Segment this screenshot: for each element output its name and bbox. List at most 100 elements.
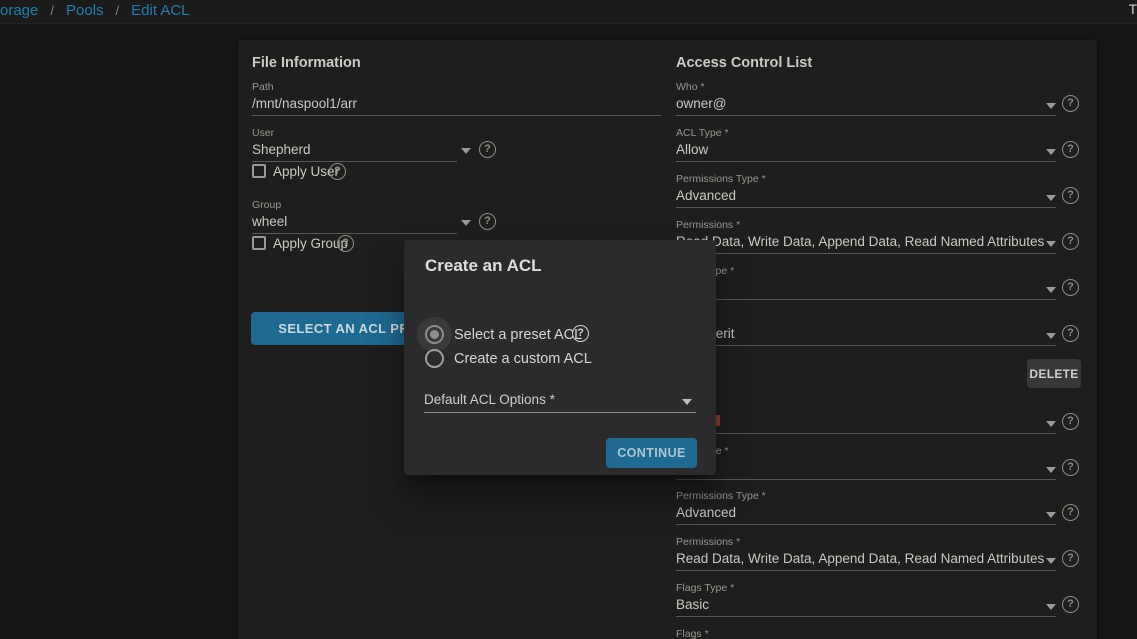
path-field: Path /mnt/naspool1/arr (252, 81, 672, 121)
user-value[interactable]: Shepherd (252, 142, 311, 157)
field-underline (676, 479, 1056, 480)
group-field: Group wheel ? (252, 199, 672, 239)
chevron-down-icon[interactable] (1046, 421, 1056, 427)
chevron-down-icon[interactable] (1046, 149, 1056, 155)
chevron-down-icon[interactable] (1046, 512, 1056, 518)
custom-acl-option-label: Create a custom ACL (454, 351, 592, 367)
help-icon[interactable]: ? (1062, 596, 1079, 613)
acl-field-permissions-2: Permissions * Read Data, Write Data, App… (676, 536, 1096, 576)
chevron-down-icon[interactable] (1046, 241, 1056, 247)
help-icon[interactable]: ? (1062, 279, 1079, 296)
chevron-down-icon[interactable] (1046, 558, 1056, 564)
chevron-down-icon (682, 399, 692, 405)
chevron-down-icon[interactable] (461, 220, 471, 226)
radio-dot (430, 330, 439, 339)
acl-field-flags-2: Flags * (676, 628, 1096, 639)
chevron-down-icon[interactable] (461, 148, 471, 154)
group-value[interactable]: wheel (252, 214, 287, 229)
breadcrumb-edit-acl[interactable]: Edit ACL (131, 2, 189, 19)
chevron-down-icon[interactable] (1046, 287, 1056, 293)
chevron-down-icon[interactable] (1046, 604, 1056, 610)
group-label: Group (252, 199, 281, 211)
delete-acl-entry-button[interactable]: DELETE (1027, 359, 1081, 388)
acl-field-permissions-type-2: Permissions Type * Advanced ? (676, 490, 1096, 530)
select-underline (424, 412, 696, 413)
file-information-title: File Information (252, 55, 361, 71)
field-underline (676, 524, 1056, 525)
help-icon[interactable]: ? (337, 235, 354, 252)
breadcrumb-pools[interactable]: Pools (66, 2, 104, 19)
select-preset-acl-radio[interactable] (425, 325, 444, 344)
acl-field-permissions-type-1: Permissions Type * Advanced ? (676, 173, 1096, 213)
edit-acl-page: orage / Pools / Edit ACL Tr File Information… (0, 0, 1137, 639)
field-label: Permissions * (676, 536, 740, 548)
field-underline (676, 616, 1056, 617)
apply-group-checkbox[interactable] (252, 236, 266, 250)
user-label: User (252, 127, 274, 139)
acl-field-who-1: Who * owner@ ? (676, 81, 1096, 121)
breadcrumb-separator: / (116, 3, 120, 18)
chevron-down-icon[interactable] (1046, 467, 1056, 473)
acl-field-flags-type-2: Flags Type * Basic ? (676, 582, 1096, 622)
breadcrumb-separator: / (50, 3, 54, 18)
acl-field-who-2: Who * ? (676, 399, 1096, 439)
field-underline (252, 233, 457, 234)
help-icon[interactable]: ? (1062, 187, 1079, 204)
help-icon[interactable]: ? (479, 213, 496, 230)
create-custom-acl-radio[interactable] (425, 349, 444, 368)
topbar-right-text: Tr (1129, 2, 1137, 17)
default-acl-options-select[interactable]: Default ACL Options * (424, 392, 700, 416)
chevron-down-icon[interactable] (1046, 103, 1056, 109)
help-icon[interactable]: ? (1062, 233, 1079, 250)
field-value[interactable]: Basic (676, 597, 709, 612)
help-icon[interactable]: ? (479, 141, 496, 158)
field-label: Flags * (676, 628, 709, 639)
field-value[interactable]: Advanced (676, 188, 736, 203)
field-value[interactable]: Read Data, Write Data, Append Data, Read… (676, 551, 1044, 566)
field-value[interactable]: Allow (676, 142, 708, 157)
field-label: Permissions * (676, 219, 740, 231)
help-icon[interactable]: ? (1062, 413, 1079, 430)
field-underline (676, 433, 1056, 434)
help-icon[interactable]: ? (1062, 550, 1079, 567)
field-underline (676, 253, 1056, 254)
default-acl-options-label: Default ACL Options * (424, 392, 555, 407)
chevron-down-icon[interactable] (1046, 333, 1056, 339)
field-value[interactable]: owner@ (676, 96, 726, 111)
help-icon[interactable]: ? (1062, 141, 1079, 158)
help-icon[interactable]: ? (572, 325, 589, 342)
continue-button[interactable]: CONTINUE (606, 438, 697, 468)
help-icon[interactable]: ? (1062, 95, 1079, 112)
dialog-title: Create an ACL (425, 256, 542, 276)
field-label: ACL Type * (676, 127, 729, 139)
apply-user-checkbox[interactable] (252, 164, 266, 178)
field-label: Flags Type * (676, 582, 734, 594)
field-value[interactable]: Read Data, Write Data, Append Data, Read… (676, 234, 1044, 249)
acl-field-acl-type-2: ACL Type * ? (676, 445, 1096, 485)
breadcrumb-storage[interactable]: orage (0, 2, 38, 19)
field-underline (252, 115, 661, 116)
field-underline (676, 299, 1056, 300)
field-underline (676, 570, 1056, 571)
field-label: Permissions Type * (676, 173, 766, 185)
path-label: Path (252, 81, 274, 93)
access-control-list-title: Access Control List (676, 55, 812, 71)
acl-field-permissions-1: Permissions * Read Data, Write Data, App… (676, 219, 1096, 259)
field-value[interactable]: Advanced (676, 505, 736, 520)
field-underline (676, 115, 1056, 116)
user-field: User Shepherd ? (252, 127, 672, 167)
field-underline (676, 161, 1056, 162)
field-underline (676, 345, 1056, 346)
hidden-value-fragment (716, 415, 720, 426)
path-value[interactable]: /mnt/naspool1/arr (252, 96, 357, 111)
help-icon[interactable]: ? (1062, 504, 1079, 521)
field-underline (252, 161, 457, 162)
chevron-down-icon[interactable] (1046, 195, 1056, 201)
help-icon[interactable]: ? (1062, 459, 1079, 476)
acl-field-acl-type-1: ACL Type * Allow ? (676, 127, 1096, 167)
help-icon[interactable]: ? (329, 163, 346, 180)
field-label: Who * (676, 81, 705, 93)
create-acl-dialog: Create an ACL Select a preset ACL ? Crea… (404, 240, 716, 475)
field-label: Permissions Type * (676, 490, 766, 502)
help-icon[interactable]: ? (1062, 325, 1079, 342)
